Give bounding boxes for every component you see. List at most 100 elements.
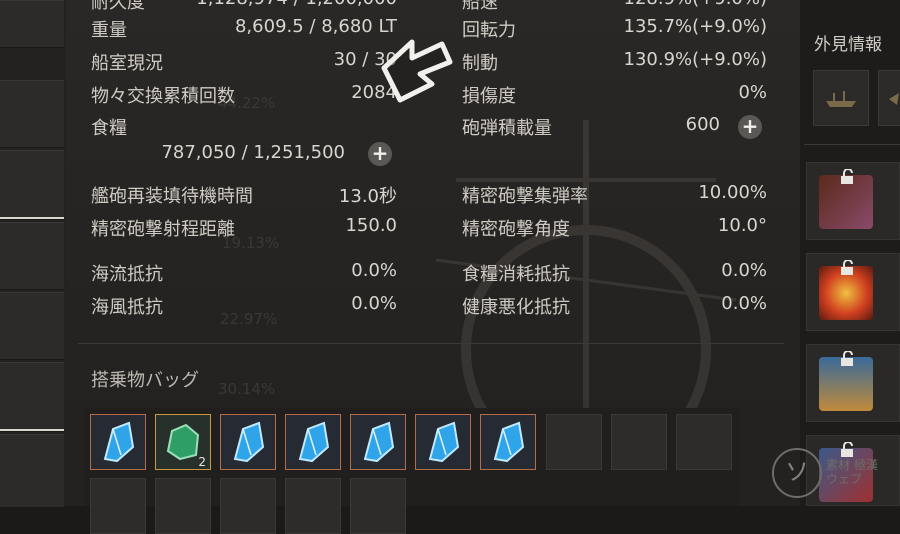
stat-label: 砲弾積載量 bbox=[462, 118, 552, 139]
blue-crystal-icon bbox=[298, 421, 330, 463]
lock-open-icon bbox=[841, 442, 853, 457]
stat-ration-consumption-resist: 食糧消耗抵抗 0.0% bbox=[462, 260, 767, 285]
stat-weight: 重量 8,609.5 / 8,680 LT bbox=[91, 16, 397, 41]
bag-slot-empty[interactable] bbox=[220, 478, 276, 534]
bag-slot-empty[interactable] bbox=[90, 478, 146, 534]
arrow-cursor-icon bbox=[381, 39, 453, 103]
ghost-text: 30.14% bbox=[218, 380, 276, 398]
stat-cannonball-capacity: 砲弾積載量 600 bbox=[462, 114, 720, 139]
stat-value: 600 bbox=[685, 114, 720, 135]
stat-label: 耐久度 bbox=[91, 0, 145, 13]
bag-slot-empty[interactable] bbox=[611, 414, 667, 470]
right-divider bbox=[804, 144, 900, 145]
bag-slot-crystal[interactable] bbox=[480, 414, 536, 470]
add-rations-button[interactable]: + bbox=[368, 142, 392, 166]
bag-slot-ore[interactable]: 2 bbox=[155, 414, 211, 470]
appearance-card[interactable] bbox=[806, 162, 900, 240]
stat-value: 10.00% bbox=[698, 182, 767, 203]
bag-slot-crystal[interactable] bbox=[415, 414, 471, 470]
appearance-card[interactable] bbox=[806, 344, 900, 422]
left-sidebar bbox=[0, 0, 66, 508]
stat-label: 船速 bbox=[462, 0, 498, 13]
stat-value: 135.7%(+9.0%) bbox=[623, 16, 768, 37]
stat-label: 物々交換累積回数 bbox=[91, 86, 235, 107]
mount-bag-title: 搭乗物バッグ bbox=[91, 370, 199, 391]
stat-value: 10.0° bbox=[717, 215, 767, 236]
stat-value: 8,609.5 / 8,680 LT bbox=[234, 16, 397, 37]
bag-slot-empty[interactable] bbox=[350, 478, 406, 534]
stat-label: 回転力 bbox=[462, 20, 516, 41]
ship-part-icon bbox=[889, 93, 899, 105]
sidebar-tab[interactable] bbox=[0, 362, 64, 432]
stat-label: 重量 bbox=[91, 20, 127, 41]
blue-crystal-icon bbox=[103, 421, 135, 463]
ship-hull-icon bbox=[826, 91, 856, 107]
blue-crystal-icon bbox=[493, 421, 525, 463]
stat-label: 損傷度 bbox=[462, 86, 516, 107]
stat-value: 0.0% bbox=[351, 260, 397, 281]
watermark-text: 素材 極漢 ウェブ bbox=[826, 458, 878, 486]
bag-slot-empty[interactable] bbox=[285, 478, 341, 534]
stat-speed: 船速 128.9%(+9.0%) bbox=[462, 0, 768, 13]
stat-barter-count: 物々交換累積回数 2084 bbox=[91, 82, 397, 107]
stat-value: 0.0% bbox=[721, 293, 767, 314]
stat-precision-range: 精密砲撃射程距離 150.0 bbox=[91, 215, 397, 240]
lock-open-icon bbox=[841, 169, 853, 184]
stat-label: 食糧消耗抵抗 bbox=[462, 264, 570, 285]
stat-current-resist: 海流抵抗 0.0% bbox=[91, 260, 397, 285]
stat-precision-angle: 精密砲撃角度 10.0° bbox=[462, 215, 767, 240]
sidebar-tab[interactable] bbox=[0, 222, 64, 290]
stat-value: 130.9%(+9.0%) bbox=[623, 49, 768, 70]
bag-slot-crystal[interactable] bbox=[90, 414, 146, 470]
appearance-slot[interactable] bbox=[813, 70, 869, 126]
bag-slot-crystal[interactable] bbox=[220, 414, 276, 470]
bag-slot-empty[interactable] bbox=[676, 414, 732, 470]
bag-slot-crystal[interactable] bbox=[285, 414, 341, 470]
stat-durability: 耐久度 1,128,974 / 1,200,000 bbox=[91, 0, 397, 13]
stat-label: 健康悪化抵抗 bbox=[462, 297, 570, 318]
sidebar-tab[interactable] bbox=[0, 0, 64, 48]
stat-value: 150.0 bbox=[345, 215, 397, 236]
stat-label: 船室現況 bbox=[91, 53, 163, 74]
stat-turning: 回転力 135.7%(+9.0%) bbox=[462, 16, 768, 41]
sidebar-tab[interactable] bbox=[0, 80, 64, 148]
stat-wind-resist: 海風抵抗 0.0% bbox=[91, 293, 397, 318]
stat-label: 精密砲撃角度 bbox=[462, 219, 570, 240]
stat-brake: 制動 130.9%(+9.0%) bbox=[462, 49, 768, 74]
stat-rations-value: 787,050 / 1,251,500 bbox=[91, 142, 345, 166]
appearance-title: 外見情報 bbox=[814, 35, 882, 55]
bag-slot-empty[interactable] bbox=[546, 414, 602, 470]
sidebar-tab[interactable] bbox=[0, 150, 64, 220]
appearance-card[interactable] bbox=[806, 253, 900, 331]
stat-value: 1,128,974 / 1,200,000 bbox=[196, 0, 397, 9]
stat-label: 海流抵抗 bbox=[91, 264, 163, 285]
stat-reload-time: 艦砲再装填待機時間 13.0秒 bbox=[91, 182, 397, 207]
stat-precision-accuracy: 精密砲撃集弾率 10.00% bbox=[462, 182, 767, 207]
stat-value: 0.0% bbox=[721, 260, 767, 281]
blue-crystal-icon bbox=[363, 421, 395, 463]
sidebar-tab[interactable] bbox=[0, 434, 64, 508]
stat-health-decline-resist: 健康悪化抵抗 0.0% bbox=[462, 293, 767, 318]
stat-value: 128.9%(+9.0%) bbox=[624, 0, 768, 9]
blue-crystal-icon bbox=[233, 421, 265, 463]
watermark-logo: ソ bbox=[772, 448, 822, 498]
stat-label: 艦砲再装填待機時間 bbox=[91, 186, 253, 207]
lock-open-icon bbox=[841, 260, 853, 275]
stat-cabin: 船室現況 30 / 30 bbox=[91, 49, 397, 74]
appearance-slot[interactable] bbox=[878, 70, 900, 126]
item-count: 2 bbox=[198, 455, 206, 469]
stat-value: 0% bbox=[738, 82, 767, 103]
stat-label: 精密砲撃射程距離 bbox=[91, 219, 235, 240]
blue-crystal-icon bbox=[428, 421, 460, 463]
stat-label: 海風抵抗 bbox=[91, 297, 163, 318]
stat-label: 制動 bbox=[462, 53, 498, 74]
sidebar-tab[interactable] bbox=[0, 292, 64, 360]
stat-damage: 損傷度 0% bbox=[462, 82, 767, 107]
lock-open-icon bbox=[841, 351, 853, 366]
bag-slot-empty[interactable] bbox=[155, 478, 211, 534]
bag-slot-crystal[interactable] bbox=[350, 414, 406, 470]
add-cannonball-button[interactable]: + bbox=[738, 115, 762, 139]
stat-label: 食糧 bbox=[91, 118, 127, 139]
stat-value: 787,050 / 1,251,500 bbox=[161, 142, 345, 163]
section-divider bbox=[78, 343, 784, 344]
